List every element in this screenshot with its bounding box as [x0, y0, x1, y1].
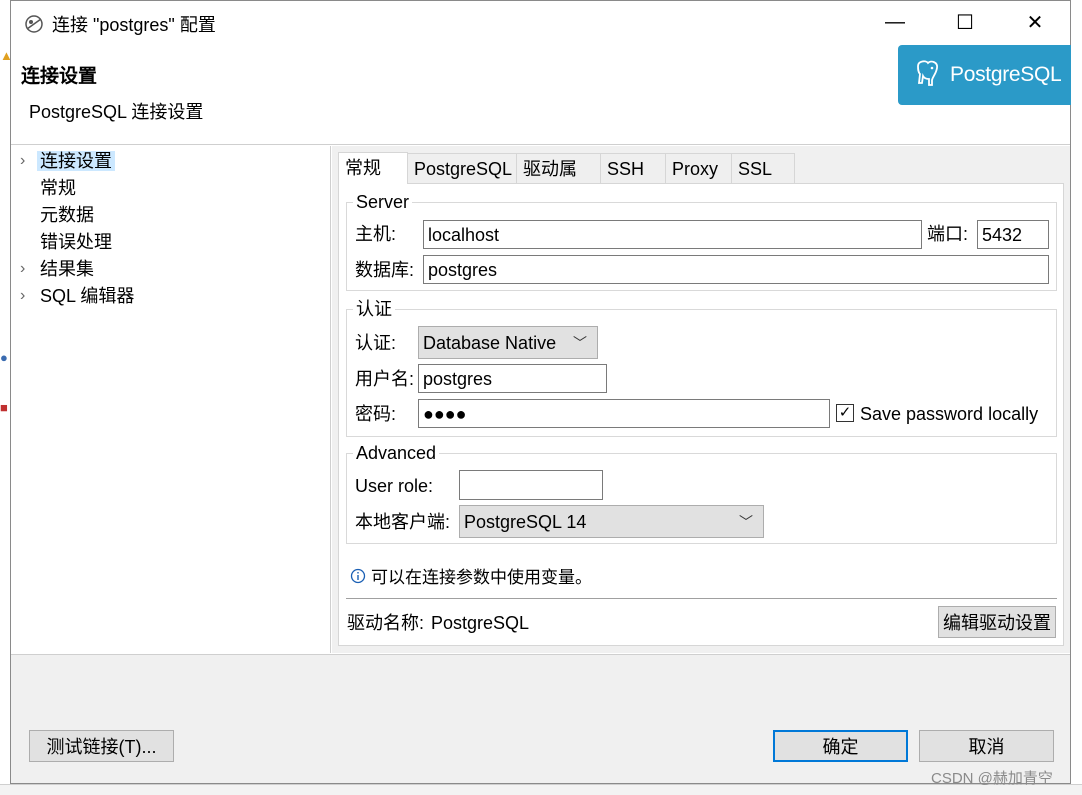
- chevron-right-icon[interactable]: ›: [20, 149, 32, 173]
- database-label: 数据库:: [355, 260, 415, 280]
- page-subtitle: PostgreSQL 连接设置: [29, 102, 204, 122]
- tab-general[interactable]: 常规: [338, 152, 408, 184]
- chevron-down-icon: ﹀: [573, 335, 587, 351]
- background-app-bottom-edge: [0, 784, 1082, 795]
- username-label: 用户名:: [355, 369, 415, 389]
- local-client-select[interactable]: PostgreSQL 14 ﹀: [459, 505, 764, 538]
- port-input[interactable]: 5432: [977, 220, 1049, 249]
- chevron-down-icon: ﹀: [739, 514, 753, 530]
- user-role-label: User role:: [355, 476, 434, 496]
- window-title: 连接 "postgres" 配置: [52, 15, 216, 35]
- tab-bar: 常规 PostgreSQL 驱动属性 SSH Proxy SSL: [338, 152, 795, 209]
- minimize-icon: —: [885, 10, 905, 33]
- dialog-footer: [11, 654, 1070, 783]
- chevron-right-icon[interactable]: ›: [20, 257, 32, 281]
- checkmark-icon: ✓: [838, 404, 852, 421]
- password-input[interactable]: ●●●●: [418, 399, 830, 428]
- elephant-icon: [912, 58, 942, 93]
- tab-ssh[interactable]: SSH: [600, 153, 666, 183]
- close-icon: ✕: [1026, 11, 1044, 34]
- save-password-label[interactable]: Save password locally: [860, 402, 1038, 426]
- nav-item-general[interactable]: 常规: [40, 176, 76, 200]
- local-client-value: PostgreSQL 14: [464, 512, 587, 532]
- ok-button[interactable]: 确定: [773, 730, 908, 762]
- port-label: 端口:: [927, 224, 969, 244]
- tab-driver-properties[interactable]: 驱动属性: [516, 153, 601, 209]
- database-input[interactable]: postgres: [423, 255, 1049, 284]
- test-connection-button[interactable]: 测试链接(T)...: [29, 730, 174, 762]
- tab-ssl[interactable]: SSL: [731, 153, 795, 183]
- dbeaver-beaver-icon: [23, 13, 45, 35]
- advanced-group-legend: Advanced: [353, 443, 440, 463]
- maximize-icon: ☐: [956, 11, 974, 34]
- driver-name-label: 驱动名称:: [347, 613, 425, 633]
- info-icon: [350, 568, 366, 584]
- password-label: 密码:: [355, 404, 397, 424]
- variables-hint-text: 可以在连接参数中使用变量。: [371, 568, 592, 587]
- host-label: 主机:: [355, 224, 397, 244]
- maximize-button[interactable]: ☐: [930, 0, 1000, 44]
- close-button[interactable]: ✕: [1000, 0, 1070, 44]
- user-role-input[interactable]: [459, 470, 603, 500]
- auth-group-legend: 认证: [353, 299, 395, 319]
- postgresql-logo: PostgreSQL: [898, 45, 1071, 105]
- logo-text: PostgreSQL: [950, 63, 1062, 86]
- local-client-label: 本地客户端:: [355, 512, 451, 532]
- background-icon: ■: [0, 400, 8, 415]
- watermark-text: CSDN @赫加青空: [931, 770, 1053, 787]
- driver-separator: [346, 598, 1057, 599]
- nav-item-metadata[interactable]: 元数据: [40, 203, 94, 227]
- edit-driver-settings-button[interactable]: 编辑驱动设置: [938, 606, 1056, 638]
- driver-name-value: PostgreSQL: [431, 613, 530, 633]
- chevron-right-icon[interactable]: ›: [20, 284, 32, 308]
- save-password-checkbox[interactable]: ✓: [836, 404, 854, 422]
- background-icon: ●: [0, 350, 8, 365]
- username-input[interactable]: postgres: [418, 364, 607, 393]
- tab-proxy[interactable]: Proxy: [665, 153, 732, 183]
- server-group-legend: Server: [353, 192, 413, 212]
- auth-method-label: 认证:: [355, 333, 397, 353]
- background-app-right-edge: [1071, 0, 1082, 795]
- tab-postgresql[interactable]: PostgreSQL: [407, 153, 517, 183]
- nav-item-label: 连接设置: [37, 151, 115, 171]
- auth-method-value: Database Native: [423, 333, 557, 353]
- nav-item-result-sets[interactable]: 结果集: [40, 257, 94, 281]
- host-input[interactable]: localhost: [423, 220, 922, 249]
- nav-item-sql-editor[interactable]: SQL 编辑器: [40, 284, 134, 308]
- minimize-button[interactable]: —: [860, 0, 930, 44]
- nav-item-connection-settings[interactable]: 连接设置: [37, 149, 115, 173]
- cancel-button[interactable]: 取消: [919, 730, 1054, 762]
- background-app-left-edge: ▲ ● ■: [0, 0, 13, 795]
- page-title: 连接设置: [21, 66, 98, 87]
- nav-item-error-handling[interactable]: 错误处理: [40, 230, 112, 254]
- auth-method-select[interactable]: Database Native ﹀: [418, 326, 598, 359]
